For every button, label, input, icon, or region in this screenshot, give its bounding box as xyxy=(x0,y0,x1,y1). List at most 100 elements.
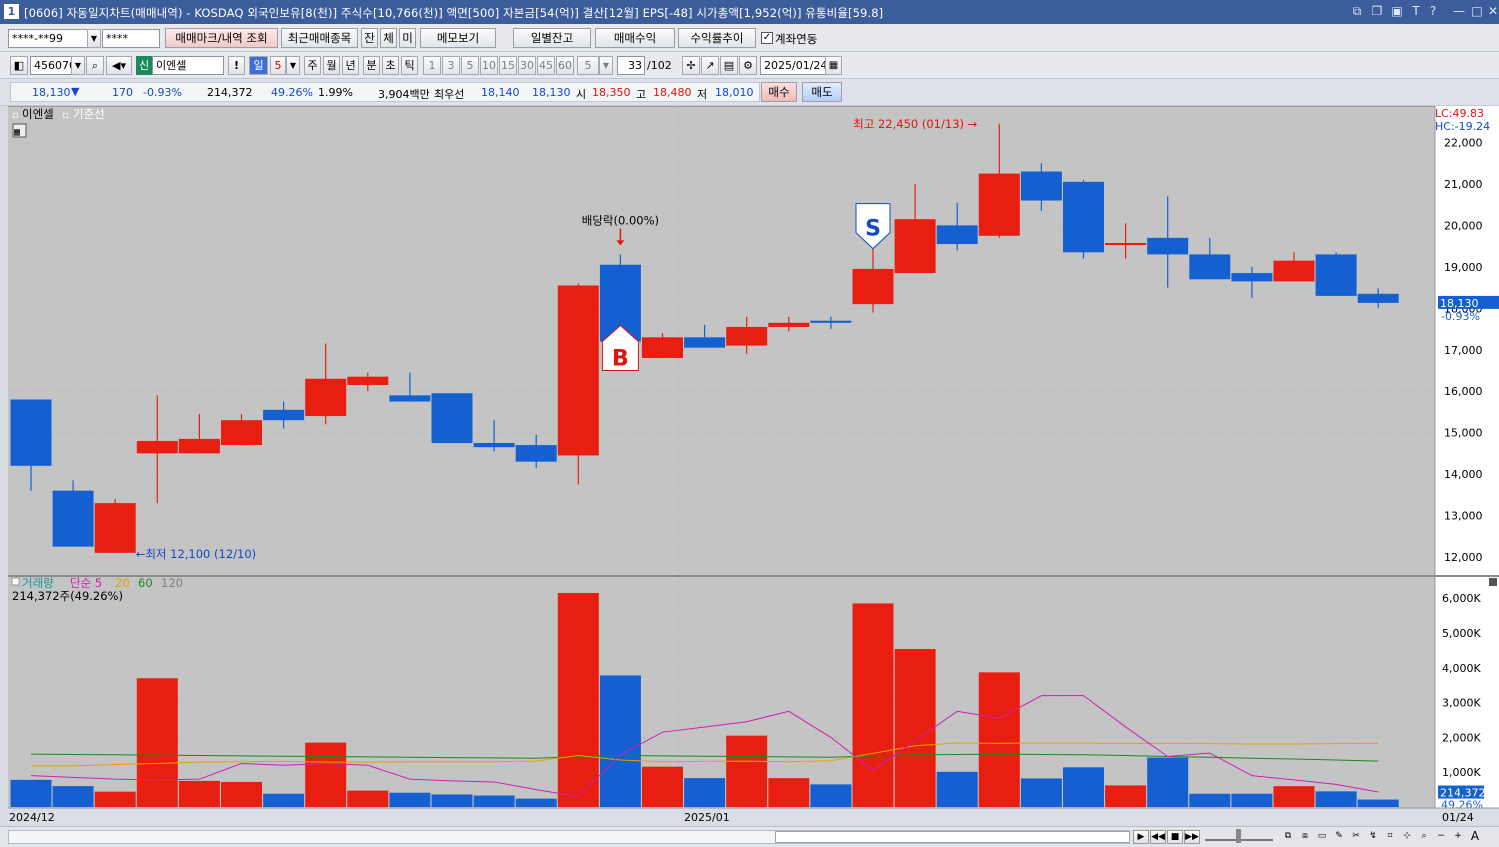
account-link-checkbox[interactable]: ✓ xyxy=(761,32,773,44)
copy-icon[interactable]: ⧉ xyxy=(1280,830,1296,844)
buy-button[interactable]: 매수 xyxy=(761,82,797,102)
price-tick-label: 17,000 xyxy=(1444,344,1483,357)
alert-button[interactable]: ! xyxy=(228,56,245,75)
window-number-icon[interactable]: 1 xyxy=(4,4,19,19)
maximize-icon[interactable]: □ xyxy=(1470,4,1484,18)
display-count-input[interactable]: 33 xyxy=(617,56,645,75)
bottom-navigation-bar: ▶ ◀◀ ■ ▶▶ ⧉ ⧈ ▭ ✎ ✂ ↯ ⌗ ⊹ ⌕ − + A xyxy=(0,826,1499,847)
scrollbar-thumb[interactable] xyxy=(775,831,1130,843)
minute-tab-45[interactable]: 45 xyxy=(537,56,555,75)
period-tab-0[interactable]: 주 xyxy=(304,56,321,75)
unfilled-toggle[interactable]: 미 xyxy=(399,28,416,48)
close-icon[interactable]: ✕ xyxy=(1486,4,1499,18)
crop-icon[interactable]: ⌗ xyxy=(1382,830,1398,844)
legend-square-icon: ▫ xyxy=(12,110,19,121)
volume-tick-label: 4,000K xyxy=(1442,662,1481,675)
minute-tab-10[interactable]: 10 xyxy=(480,56,498,75)
window-icon[interactable]: ▭ xyxy=(1314,830,1330,844)
first-page-icon[interactable]: ◀◀ xyxy=(1150,830,1166,844)
account-select[interactable]: ****-**99 xyxy=(8,29,88,48)
candle-body xyxy=(431,393,473,444)
password-field[interactable]: **** xyxy=(102,29,160,48)
zoom-in-icon[interactable]: + xyxy=(1450,830,1466,844)
trend-tool-icon[interactable]: ↗ xyxy=(701,56,719,75)
draw-icon[interactable]: ↯ xyxy=(1365,830,1381,844)
candlestick-chart[interactable]: 12,00013,00014,00015,00016,00017,00018,0… xyxy=(8,106,1499,826)
zoom-search-icon[interactable]: ⌕ xyxy=(1416,830,1432,844)
period-tab-5[interactable]: 틱 xyxy=(401,56,418,75)
minute-tab-3[interactable]: 3 xyxy=(442,56,460,75)
save-icon[interactable]: ▤ xyxy=(720,56,738,75)
code-dropdown-icon[interactable]: ▼ xyxy=(71,56,85,75)
executed-toggle[interactable]: 체 xyxy=(380,28,397,48)
lc-label: LC:49.83 xyxy=(1435,107,1484,120)
gear-icon[interactable]: ⚙ xyxy=(739,56,757,75)
date-input[interactable]: 2025/01/24 xyxy=(760,56,826,75)
period-tab-3[interactable]: 분 xyxy=(363,56,380,75)
stock-name-field[interactable]: 이엔셀 xyxy=(152,56,224,75)
minimize-icon[interactable]: — xyxy=(1452,4,1466,18)
balance-toggle[interactable]: 잔 xyxy=(361,28,378,48)
search-icon[interactable]: ⌕ xyxy=(86,56,104,75)
minute-dropdown-icon[interactable]: ▼ xyxy=(599,56,613,75)
return-trend-button[interactable]: 수익률추이 xyxy=(678,28,756,48)
window-list-icon[interactable]: ▣ xyxy=(1390,4,1404,18)
minute-tab-60[interactable]: 60 xyxy=(556,56,574,75)
account-dropdown-icon[interactable]: ▼ xyxy=(87,29,101,48)
minute-tab-5[interactable]: 5 xyxy=(461,56,479,75)
volume-bar xyxy=(305,742,347,807)
layout-icon[interactable]: ◧ xyxy=(10,56,28,75)
eraser-icon[interactable]: ✎ xyxy=(1331,830,1347,844)
volume-bar xyxy=(810,784,852,807)
scroll-right-icon[interactable]: ▶ xyxy=(1133,830,1149,844)
price-tick-label: 21,000 xyxy=(1444,178,1483,191)
calendar-icon[interactable]: ▦ xyxy=(825,56,842,75)
table-grid-icon: ▦ xyxy=(14,127,20,138)
period-day-tab[interactable]: 일 xyxy=(249,56,268,75)
current-change-label: -0.93% xyxy=(1441,310,1480,323)
period-dropdown-icon[interactable]: ▼ xyxy=(286,56,300,75)
candle-body xyxy=(515,445,557,462)
pane-close-icon xyxy=(1489,578,1497,586)
font-size-icon[interactable]: A xyxy=(1467,830,1483,844)
minute-tab-30[interactable]: 30 xyxy=(518,56,536,75)
period-tab-1[interactable]: 월 xyxy=(323,56,340,75)
trading-profit-button[interactable]: 매매수익 xyxy=(595,28,675,48)
minute-value[interactable]: 5 xyxy=(577,56,599,75)
cursor-icon[interactable]: ⊹ xyxy=(1399,830,1415,844)
memo-button[interactable]: 메모보기 xyxy=(420,28,496,48)
volume-tick-label: 5,000K xyxy=(1442,627,1481,640)
price-tick-label: 14,000 xyxy=(1444,468,1483,481)
layers-icon[interactable]: ⧈ xyxy=(1297,830,1313,844)
best-quote-label: 최우선 xyxy=(434,88,465,101)
minute-tab-15[interactable]: 15 xyxy=(499,56,517,75)
stop-icon[interactable]: ■ xyxy=(1167,830,1183,844)
tools-icon[interactable]: ✂ xyxy=(1348,830,1364,844)
speaker-icon[interactable]: ◀▾ xyxy=(106,56,132,75)
stock-code-input[interactable]: 456070 xyxy=(30,56,72,75)
price-tick-label: 15,000 xyxy=(1444,427,1483,440)
high-annotation: 최고 22,450 (01/13) → xyxy=(853,117,977,131)
text-icon[interactable]: T xyxy=(1409,4,1423,18)
volume-bar xyxy=(136,678,178,807)
sell-button[interactable]: 매도 xyxy=(802,82,842,102)
zoom-out-icon[interactable]: − xyxy=(1433,830,1449,844)
recent-trades-button[interactable]: 최근매매종목 xyxy=(281,28,358,48)
help-icon[interactable]: ? xyxy=(1426,4,1440,18)
restore-layout-icon[interactable]: ⧉ xyxy=(1350,4,1364,18)
chart-area[interactable]: 12,00013,00014,00015,00016,00017,00018,0… xyxy=(8,106,1499,826)
mark-history-button[interactable]: 매매마크/내역 조회 xyxy=(165,28,278,48)
period-tab-2[interactable]: 년 xyxy=(342,56,359,75)
minute-tab-1[interactable]: 1 xyxy=(423,56,441,75)
zoom-slider-handle[interactable] xyxy=(1236,829,1241,843)
price-change: 170 xyxy=(112,86,133,99)
daily-balance-button[interactable]: 일별잔고 xyxy=(513,28,591,48)
period-number[interactable]: 5 xyxy=(270,56,286,75)
candle-body xyxy=(52,490,94,547)
crosshair-icon[interactable]: ✢ xyxy=(682,56,700,75)
candle-body xyxy=(94,503,136,553)
last-page-icon[interactable]: ▶▶ xyxy=(1184,830,1200,844)
trade-volume: 214,372 xyxy=(207,86,253,99)
copy-window-icon[interactable]: ❐ xyxy=(1370,4,1384,18)
period-tab-4[interactable]: 초 xyxy=(382,56,399,75)
